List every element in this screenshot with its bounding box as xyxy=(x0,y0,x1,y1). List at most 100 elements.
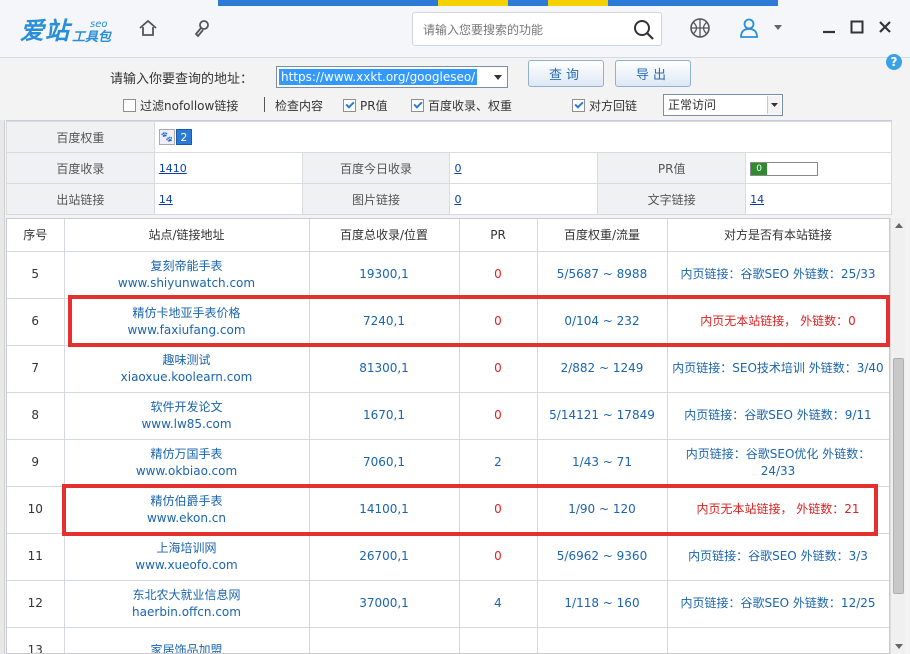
baidu-today-link[interactable]: 0 xyxy=(454,162,461,175)
table-row[interactable]: 9 精仿万国手表 www.okbiao.com 7060,1 2 1/43 ~ 71 内页链… xyxy=(7,439,889,487)
chevron-down-icon[interactable] xyxy=(767,96,781,114)
row-number: 10 xyxy=(7,486,65,534)
site-url-link[interactable]: www.faxiufang.com xyxy=(65,322,309,339)
row-number: 9 xyxy=(7,439,65,487)
vertical-scrollbar[interactable] xyxy=(890,218,905,654)
site-url-link[interactable]: www.xueofo.com xyxy=(65,557,309,574)
export-button[interactable]: 导出 xyxy=(615,60,691,87)
site-url-link[interactable]: haerbin.offcn.com xyxy=(65,604,309,621)
url-combobox[interactable]: https://www.xxkt.org/googleseo/ xyxy=(276,66,508,88)
pr-cell: 0 xyxy=(745,152,892,184)
query-button[interactable]: 查询 xyxy=(528,60,604,87)
option-label: 百度收录、权重 xyxy=(428,99,513,113)
option-separator xyxy=(264,97,265,112)
row-number: 11 xyxy=(7,533,65,581)
feature-search-input[interactable] xyxy=(423,20,623,40)
img-links-link[interactable]: 0 xyxy=(454,193,461,206)
home-icon[interactable] xyxy=(135,15,161,41)
minimize-icon[interactable] xyxy=(820,18,838,36)
top-banner-strip xyxy=(218,0,778,6)
pr-checkbox[interactable] xyxy=(343,99,356,112)
backlink-checkbox[interactable] xyxy=(572,99,585,112)
close-icon[interactable] xyxy=(876,18,894,36)
site-cell: 上海培训网 www.xueofo.com xyxy=(64,533,310,581)
results-table: 序号 站点/链接地址 百度总收录/位置 PR 百度权重/流量 对方是否有本站链接… xyxy=(6,218,890,654)
search-icon[interactable] xyxy=(633,19,655,41)
maximize-icon[interactable] xyxy=(848,18,866,36)
site-name-link[interactable]: 精仿万国手表 xyxy=(65,446,309,463)
index-cell: 14100,1 xyxy=(309,486,460,534)
col-header-index[interactable]: 百度总收录/位置 xyxy=(309,219,460,252)
site-url-link[interactable]: www.shiyunwatch.com xyxy=(65,275,309,292)
scrollbar-thumb[interactable] xyxy=(893,358,904,594)
scroll-up-icon[interactable] xyxy=(891,218,906,233)
index-cell: 26700,1 xyxy=(309,533,460,581)
weight-cell: 1/118 ~ 160 xyxy=(537,580,668,628)
option-backlink[interactable]: 对方回链 xyxy=(572,97,637,114)
site-cell: 复刻帝能手表 www.shiyunwatch.com xyxy=(64,251,310,299)
help-icon[interactable]: ? xyxy=(886,54,902,70)
table-row[interactable]: 10 精仿伯爵手表 www.ekon.cn 14100,1 0 1/90 ~ 120 内页无… xyxy=(7,486,889,534)
table-row[interactable]: 11 上海培训网 www.xueofo.com 26700,1 0 5/6962 ~ 93… xyxy=(7,533,889,581)
access-mode-select[interactable]: 正常访问 xyxy=(663,94,783,116)
weight-cell: 5/6962 ~ 9360 xyxy=(537,533,668,581)
site-name-link[interactable]: 精仿伯爵手表 xyxy=(65,493,309,510)
user-icon[interactable] xyxy=(736,15,762,41)
scroll-down-icon[interactable] xyxy=(891,639,906,654)
backlink-status-cell xyxy=(667,627,889,653)
user-menu-chevron-down-icon[interactable] xyxy=(768,15,788,41)
site-name-link[interactable]: 精仿卡地亚手表价格 xyxy=(65,305,309,322)
url-value[interactable]: https://www.xxkt.org/googleseo/ xyxy=(279,69,478,85)
col-header-pr[interactable]: PR xyxy=(459,219,538,252)
pr-label: PR值 xyxy=(597,152,747,184)
col-header-no[interactable]: 序号 xyxy=(7,219,65,252)
option-label: 过滤nofollow链接 xyxy=(140,99,239,113)
url-label: 请输入你要查询的地址： xyxy=(110,72,254,87)
table-row[interactable]: 8 软件开发论文 www.lw85.com 1670,1 0 5/14121 ~ 1784… xyxy=(7,392,889,440)
site-url-link[interactable]: www.lw85.com xyxy=(65,416,309,433)
baidu-index-link[interactable]: 1410 xyxy=(159,162,187,175)
site-name-link[interactable]: 趣味测试 xyxy=(65,352,309,369)
site-name-link[interactable]: 软件开发论文 xyxy=(65,399,309,416)
table-row[interactable]: 6 精仿卡地亚手表价格 www.faxiufang.com 7240,1 0 0/104 … xyxy=(7,298,889,346)
table-row[interactable]: 7 趣味测试 xiaoxue.koolearn.com 81300,1 0 2/882 ~… xyxy=(7,345,889,393)
col-header-weight[interactable]: 百度权重/流量 xyxy=(537,219,668,252)
option-nofollow[interactable]: 过滤nofollow链接 xyxy=(123,97,238,114)
pr-cell: 0 xyxy=(459,486,538,534)
site-url-link[interactable]: www.ekon.cn xyxy=(65,510,309,527)
table-row[interactable]: 5 复刻帝能手表 www.shiyunwatch.com 19300,1 0 5/5687… xyxy=(7,251,889,299)
table-row[interactable]: 13 家居饰品加盟 xyxy=(7,627,889,653)
col-header-site[interactable]: 站点/链接地址 xyxy=(64,219,310,252)
site-name-link[interactable]: 东北农大就业信息网 xyxy=(65,587,309,604)
table-header-row: 序号 站点/链接地址 百度总收录/位置 PR 百度权重/流量 对方是否有本站链接 xyxy=(7,219,889,252)
backlink-status-cell: 内页链接：谷歌SEO优化 外链数：24/33 xyxy=(667,439,889,487)
backlink-status-cell: 内页链接：谷歌SEO 外链数：9/11 xyxy=(667,392,889,440)
outlinks-link[interactable]: 14 xyxy=(159,193,173,206)
pr-cell: 0 xyxy=(459,533,538,581)
option-check-content[interactable]: 检查内容 xyxy=(275,97,323,114)
site-name-link[interactable]: 家居饰品加盟 xyxy=(65,642,309,653)
baidu-index-checkbox[interactable] xyxy=(411,99,424,112)
site-name-link[interactable]: 上海培训网 xyxy=(65,540,309,557)
basketball-icon[interactable] xyxy=(687,15,713,41)
feature-search xyxy=(412,12,662,46)
index-cell: 1670,1 xyxy=(309,392,460,440)
table-row[interactable]: 12 东北农大就业信息网 haerbin.offcn.com 37000,1 4 1/11… xyxy=(7,580,889,628)
site-name-link[interactable]: 复刻帝能手表 xyxy=(65,258,309,275)
url-dropdown-icon[interactable] xyxy=(490,68,506,86)
pr-cell: 2 xyxy=(459,439,538,487)
baidu-index-cell: 1410 xyxy=(153,152,303,184)
option-baidu-index[interactable]: 百度收录、权重 xyxy=(411,97,512,114)
site-url-link[interactable]: xiaoxue.koolearn.com xyxy=(65,369,309,386)
index-cell: 81300,1 xyxy=(309,345,460,393)
backlink-status-cell: 内页链接：谷歌SEO 外链数：12/25 xyxy=(667,580,889,628)
pr-cell: 4 xyxy=(459,580,538,628)
text-links-link[interactable]: 14 xyxy=(750,193,764,206)
site-url-link[interactable]: www.okbiao.com xyxy=(65,463,309,480)
left-window-edge xyxy=(0,90,5,654)
col-header-backlink[interactable]: 对方是否有本站链接 xyxy=(667,219,889,252)
tools-icon[interactable] xyxy=(190,15,216,41)
access-mode-value: 正常访问 xyxy=(668,98,717,112)
option-pr[interactable]: PR值 xyxy=(343,97,388,114)
nofollow-checkbox[interactable] xyxy=(123,99,136,112)
